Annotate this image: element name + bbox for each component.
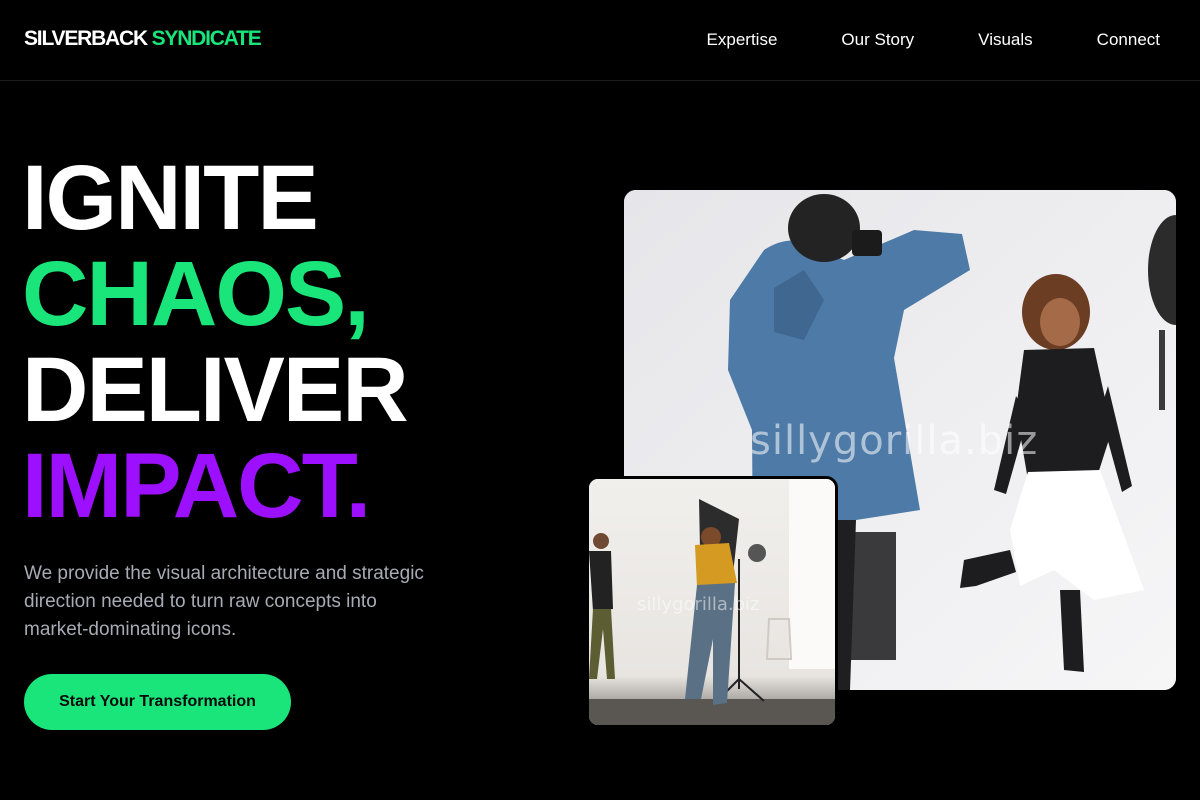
headline-line-3: DELIVER <box>22 339 409 441</box>
main-menu: Expertise Our Story Visuals Connect <box>707 30 1160 50</box>
headline-line-2: CHAOS, <box>22 243 370 345</box>
brand-name-part2: SYNDICATE <box>151 27 262 50</box>
nav-link-our-story[interactable]: Our Story <box>841 30 914 50</box>
nav-link-connect[interactable]: Connect <box>1097 30 1160 50</box>
nav-link-expertise[interactable]: Expertise <box>707 30 778 50</box>
hero-photo-secondary: sillygorilla.biz <box>586 476 838 728</box>
top-navbar: SILVERBACK SYNDICATE Expertise Our Story… <box>0 0 1200 81</box>
studio-illustration <box>589 479 835 725</box>
brand-name-part1: SILVERBACK <box>24 27 148 50</box>
hero-description: We provide the visual architecture and s… <box>24 563 424 640</box>
headline-line-1: IGNITE <box>22 147 319 249</box>
hero-headline: IGNITE CHAOS, DELIVER IMPACT. <box>22 147 409 537</box>
nav-link-visuals[interactable]: Visuals <box>978 30 1033 50</box>
brand-logo[interactable]: SILVERBACK SYNDICATE <box>24 27 262 51</box>
headline-line-4: IMPACT. <box>22 435 371 537</box>
start-transformation-button[interactable]: Start Your Transformation <box>24 674 291 730</box>
